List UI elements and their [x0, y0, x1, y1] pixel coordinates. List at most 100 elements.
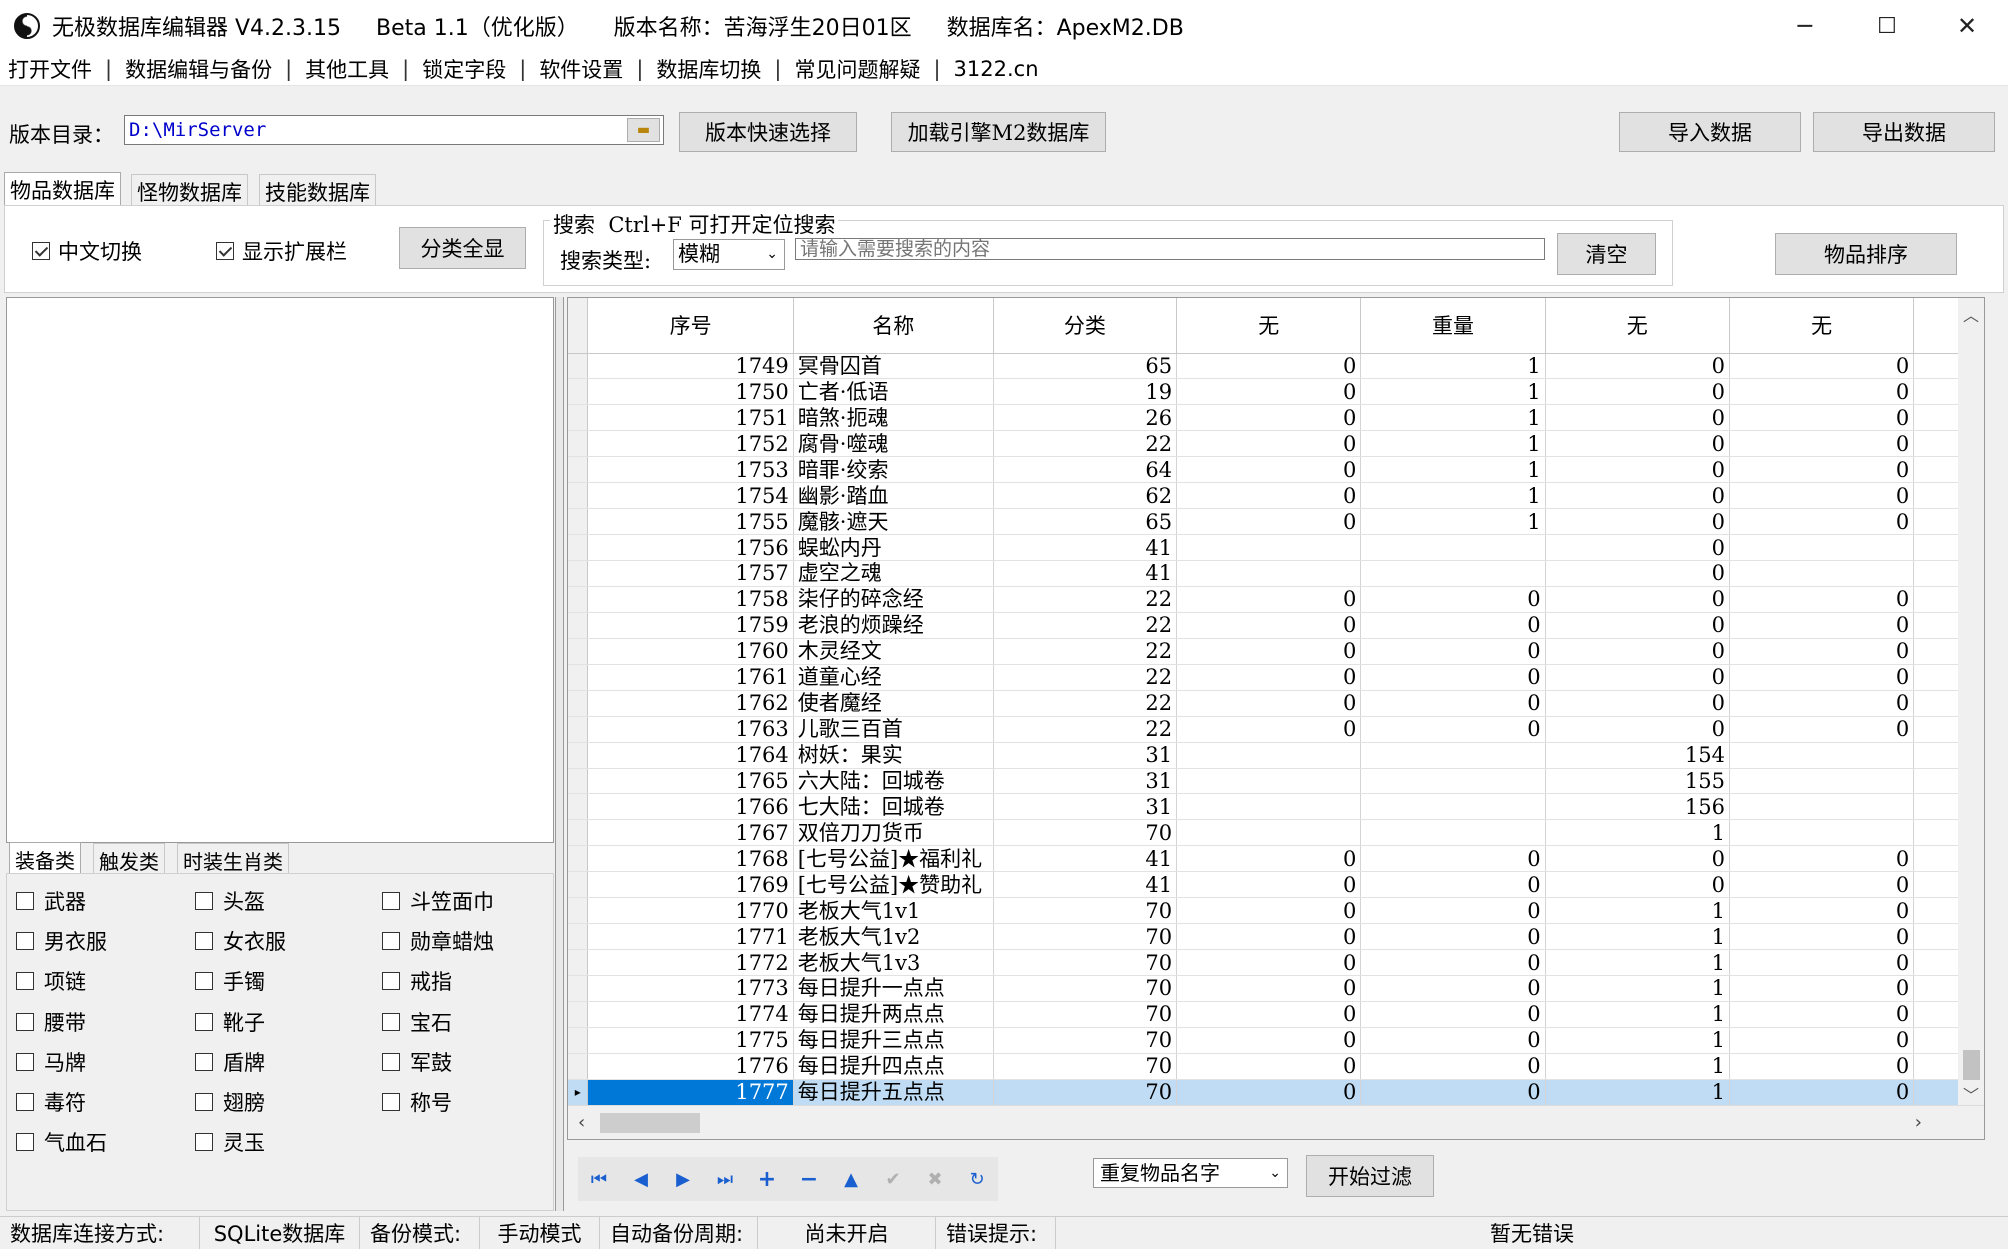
cell-value[interactable]: 0	[1545, 690, 1730, 717]
cell-value[interactable]: 0	[1729, 716, 1915, 743]
category-checkbox[interactable]	[382, 1012, 400, 1031]
row-header[interactable]	[568, 1027, 589, 1054]
cell-name[interactable]: 冥骨囚首	[793, 353, 994, 380]
category-checkbox[interactable]	[16, 1012, 34, 1031]
table-row[interactable]: 1771 老板大气1v2 70 0 0 1 0	[568, 923, 1984, 951]
cell-value[interactable]: 0	[1360, 586, 1546, 613]
cell-value[interactable]	[1729, 768, 1915, 795]
scroll-left-icon[interactable]: ‹	[578, 1112, 585, 1133]
minimize-button[interactable]: ─	[1764, 0, 1846, 52]
cell-name[interactable]: 老板大气1v1	[793, 897, 994, 925]
cell-id[interactable]: 1765	[587, 768, 794, 795]
cell-value[interactable]: 0	[1360, 923, 1546, 951]
scroll-right-icon[interactable]: ›	[1915, 1112, 1922, 1133]
cell-id[interactable]: 1763	[587, 716, 794, 743]
column-header[interactable]: 重量	[1360, 298, 1546, 354]
cell-value[interactable]: 22	[993, 664, 1178, 691]
cell-value[interactable]: 70	[993, 949, 1178, 976]
cell-value[interactable]: 0	[1545, 353, 1730, 380]
category-checkbox[interactable]	[16, 972, 34, 991]
import-button[interactable]: 导入数据	[1619, 112, 1801, 152]
category-checkbox[interactable]	[382, 932, 400, 951]
category-checkbox[interactable]	[16, 932, 34, 951]
category-option[interactable]: 马牌	[16, 1047, 86, 1077]
tab-monsters[interactable]: 怪物数据库	[131, 174, 248, 206]
row-header[interactable]	[568, 949, 589, 976]
table-row[interactable]: 1756 蜈蚣内丹 41 0	[568, 534, 1984, 561]
cell-value[interactable]: 22	[993, 430, 1178, 458]
folder-icon[interactable]: ▬	[627, 118, 660, 142]
tab-skills[interactable]: 技能数据库	[259, 174, 376, 206]
cell-id[interactable]: 1754	[587, 482, 794, 510]
cell-id[interactable]: 1767	[587, 819, 794, 847]
cell-value[interactable]: 0	[1360, 1001, 1546, 1028]
first-record-icon[interactable]: ⏮	[578, 1160, 620, 1198]
cell-value[interactable]: 64	[993, 456, 1178, 484]
cell-value[interactable]: 1	[1545, 1027, 1730, 1054]
category-checkbox[interactable]	[195, 1052, 213, 1071]
cell-value[interactable]: 0	[1545, 586, 1730, 613]
cell-name[interactable]: 每日提升五点点	[793, 1079, 994, 1106]
cell-id[interactable]: 1761	[587, 664, 794, 691]
splitter[interactable]	[555, 297, 564, 1211]
category-option[interactable]: 灵玉	[195, 1127, 265, 1157]
cell-value[interactable]: 22	[993, 638, 1178, 665]
category-option[interactable]: 男衣服	[16, 926, 107, 956]
row-header[interactable]	[568, 353, 589, 380]
cell-value[interactable]: 0	[1176, 612, 1362, 639]
category-option[interactable]: 手镯	[195, 966, 265, 996]
cell-value[interactable]: 1	[1545, 975, 1730, 1002]
cell-value[interactable]: 0	[1545, 871, 1730, 899]
cell-value[interactable]	[1176, 534, 1362, 561]
ext-bar-toggle[interactable]: 显示扩展栏	[216, 236, 347, 266]
cell-value[interactable]	[1176, 742, 1362, 769]
category-option[interactable]: 称号	[382, 1087, 452, 1117]
filter-select[interactable]: 重复物品名字 ⌄	[1093, 1158, 1288, 1188]
row-header[interactable]	[568, 404, 589, 432]
next-record-icon[interactable]: ▶	[662, 1160, 704, 1198]
chinese-toggle[interactable]: 中文切换	[32, 236, 142, 266]
cell-id[interactable]: 1757	[587, 560, 794, 587]
category-checkbox[interactable]	[195, 1012, 213, 1031]
cell-id[interactable]: 1769	[587, 871, 794, 899]
cell-name[interactable]: 使者魔经	[793, 690, 994, 717]
row-header[interactable]	[568, 897, 589, 925]
cell-value[interactable]	[1360, 768, 1546, 795]
maximize-button[interactable]: ☐	[1846, 0, 1928, 52]
cell-value[interactable]: 41	[993, 534, 1178, 561]
table-row[interactable]: 1776 每日提升四点点 70 0 0 1 0	[568, 1053, 1984, 1080]
cell-value[interactable]: 0	[1176, 923, 1362, 951]
cell-value[interactable]: 0	[1176, 508, 1362, 536]
cell-value[interactable]: 0	[1360, 638, 1546, 665]
cell-value[interactable]: 70	[993, 1001, 1178, 1028]
cell-value[interactable]: 0	[1176, 845, 1362, 873]
category-option[interactable]: 项链	[16, 966, 86, 996]
last-record-icon[interactable]: ⏭	[704, 1160, 746, 1198]
cell-id[interactable]: 1772	[587, 949, 794, 976]
column-header[interactable]: 名称	[793, 298, 994, 354]
table-row[interactable]: 1773 每日提升一点点 70 0 0 1 0	[568, 975, 1984, 1002]
category-option[interactable]: 靴子	[195, 1007, 265, 1037]
cell-value[interactable]: 0	[1360, 716, 1546, 743]
table-row[interactable]: 1761 道童心经 22 0 0 0 0	[568, 664, 1984, 691]
scroll-up-icon[interactable]: ︿	[1958, 302, 1984, 326]
cell-value[interactable]: 0	[1729, 949, 1915, 976]
row-header[interactable]	[568, 664, 589, 691]
column-header[interactable]: 序号	[587, 298, 794, 354]
cell-value[interactable]: 0	[1176, 1053, 1362, 1080]
cell-value[interactable]: 0	[1176, 975, 1362, 1002]
cell-value[interactable]: 0	[1545, 716, 1730, 743]
menu-other-tools[interactable]: 其他工具	[305, 54, 389, 84]
cell-value[interactable]: 0	[1360, 1053, 1546, 1080]
cell-value[interactable]	[1176, 768, 1362, 795]
cell-id[interactable]: 1764	[587, 742, 794, 769]
cell-value[interactable]: 0	[1360, 690, 1546, 717]
cell-value[interactable]: 0	[1729, 482, 1915, 510]
category-checkbox[interactable]	[382, 1052, 400, 1071]
category-option[interactable]: 毒符	[16, 1087, 86, 1117]
table-row[interactable]: 1760 木灵经文 22 0 0 0 0	[568, 638, 1984, 665]
cell-name[interactable]: [七号公益]★福利礼	[793, 845, 994, 873]
cell-value[interactable]: 0	[1729, 404, 1915, 432]
cell-name[interactable]: 暗煞·扼魂	[793, 404, 994, 432]
refresh-icon[interactable]: ↻	[956, 1160, 998, 1198]
